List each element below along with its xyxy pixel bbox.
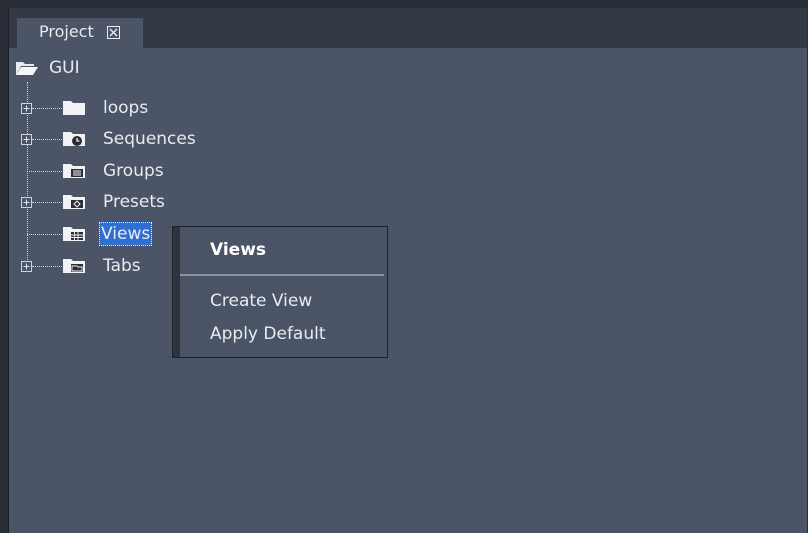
tree-item-loops[interactable]: loops bbox=[21, 96, 221, 120]
folder-views-icon bbox=[63, 227, 85, 241]
window-frame: Project GUI loops Sequences Groups Prese… bbox=[0, 0, 808, 533]
tree-item-label: Tabs bbox=[103, 256, 141, 276]
panel-tab-bar: Project bbox=[9, 8, 807, 48]
folder-open-icon bbox=[16, 62, 38, 75]
expand-icon[interactable] bbox=[21, 197, 32, 208]
expand-icon[interactable] bbox=[21, 134, 32, 145]
menu-item-apply-default[interactable]: Apply Default bbox=[210, 324, 326, 344]
menu-item-create-view[interactable]: Create View bbox=[210, 291, 312, 311]
context-menu: Views Create View Apply Default bbox=[172, 226, 388, 358]
folder-presets-icon bbox=[63, 195, 85, 209]
menu-title: Views bbox=[210, 240, 267, 260]
folder-icon bbox=[63, 101, 85, 115]
menu-gutter bbox=[173, 227, 180, 357]
project-tree: GUI loops Sequences Groups Presets Views… bbox=[9, 48, 807, 528]
tree-root-gui[interactable]: GUI bbox=[15, 56, 215, 80]
tree-item-label: Presets bbox=[103, 192, 165, 212]
expand-icon[interactable] bbox=[21, 103, 32, 114]
tree-item-presets[interactable]: Presets bbox=[21, 190, 221, 214]
expand-icon[interactable] bbox=[21, 261, 32, 272]
folder-tabs-icon bbox=[63, 259, 85, 273]
tree-item-label: Groups bbox=[103, 161, 164, 181]
close-icon[interactable] bbox=[107, 26, 120, 39]
project-panel: Project GUI loops Sequences Groups Prese… bbox=[8, 8, 807, 533]
tree-item-sequences[interactable]: Sequences bbox=[21, 127, 241, 151]
folder-groups-icon bbox=[63, 164, 85, 178]
tree-root-label: GUI bbox=[49, 58, 80, 78]
tab-project-label: Project bbox=[39, 22, 94, 41]
menu-separator bbox=[180, 274, 384, 276]
folder-sequence-icon bbox=[63, 132, 85, 146]
tree-item-label: Views bbox=[99, 222, 153, 246]
tree-item-label: loops bbox=[103, 98, 149, 118]
tab-project[interactable]: Project bbox=[17, 18, 143, 48]
tree-item-groups[interactable]: Groups bbox=[21, 159, 221, 183]
tree-item-label: Sequences bbox=[103, 129, 196, 149]
